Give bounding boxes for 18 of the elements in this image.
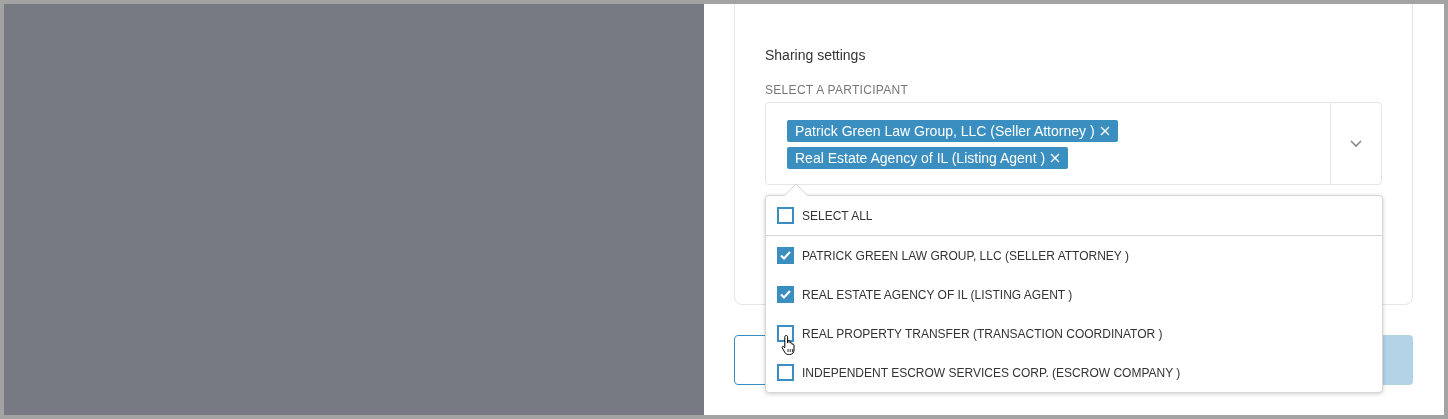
option-row[interactable]: REAL ESTATE AGENCY OF IL (LISTING AGENT ) [766, 275, 1382, 314]
option-row[interactable]: PATRICK GREEN LAW GROUP, LLC (SELLER ATTORNEY ) [766, 236, 1382, 275]
select-all-row[interactable]: SELECT ALL [766, 196, 1382, 236]
checkbox[interactable] [777, 325, 794, 342]
participant-tag: Patrick Green Law Group, LLC (Seller Attorney ) [787, 120, 1118, 142]
section-title: Sharing settings [765, 46, 867, 64]
option-row[interactable]: REAL PROPERTY TRANSFER (TRANSACTION COORDINATOR ) [766, 314, 1382, 353]
chevron-down-icon[interactable] [1350, 139, 1362, 148]
option-row[interactable]: INDEPENDENT ESCROW SERVICES CORP. (ESCROW COMPANY ) [766, 353, 1382, 392]
checkbox[interactable] [777, 207, 794, 224]
close-icon[interactable] [1050, 153, 1061, 163]
participant-select[interactable]: Patrick Green Law Group, LLC (Seller Attorney ) Real Estate Agency of IL (Listing Agent ) [765, 102, 1382, 185]
checkbox[interactable] [777, 286, 794, 303]
field-label: SELECT A PARTICIPANT [765, 83, 910, 97]
participant-tag: Real Estate Agency of IL (Listing Agent ) [787, 147, 1069, 169]
close-icon[interactable] [1099, 126, 1110, 136]
checkbox[interactable] [777, 364, 794, 381]
checkbox[interactable] [777, 247, 794, 264]
